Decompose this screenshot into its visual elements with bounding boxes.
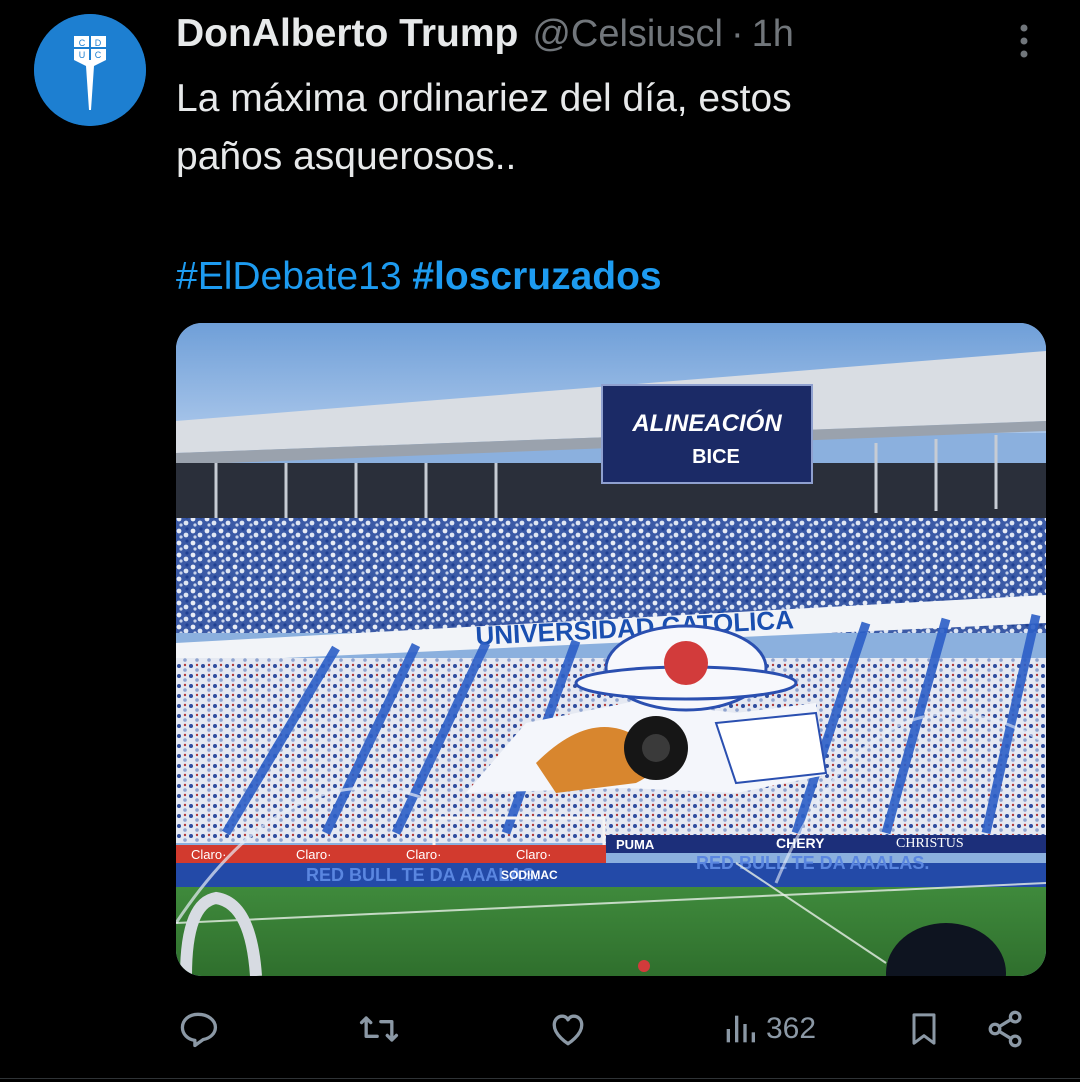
retweet-button[interactable] [356,1000,402,1058]
ad-christus: CHRISTUS [896,836,964,851]
hashtag-eldebate13[interactable]: #ElDebate13 [176,255,402,298]
ad-claro-4: Claro· [516,847,551,862]
bookmark-icon [912,1013,936,1045]
tweet-text-line-2: paños asquerosos.. [176,135,517,178]
display-name[interactable]: DonAlberto Trump [176,12,518,56]
ad-redbull-2: RED BULL TE DA AAALAS. [696,853,929,873]
hashtag-loscruzados[interactable]: #loscruzados [412,255,661,298]
like-button[interactable] [546,1000,590,1058]
ad-claro-1: Claro· [191,847,226,862]
views-count: 362 [766,1012,817,1045]
ad-puma: PUMA [616,837,655,852]
crest-letter-d: D [95,38,102,48]
club-crest-icon: C D U C [34,14,146,126]
scoreboard-sponsor: BICE [692,446,740,468]
stadium-photo: ALINEACIÓN BICE UNIVERSIDAD CATÓLICA Cla… [176,323,1046,976]
reply-button[interactable] [176,1000,220,1058]
ad-chery: CHERY [776,835,825,851]
bookmark-button[interactable] [904,1000,944,1058]
crest-letter-u: U [79,50,86,60]
reply-icon [180,1012,218,1048]
share-icon [988,1010,1022,1048]
ad-claro-2: Claro· [296,847,331,862]
share-button[interactable] [984,1000,1028,1058]
tweet-text-line-1: La máxima ordinariez del día, estos [176,77,792,120]
views-button[interactable]: 362 [722,1000,816,1058]
crest-letter-c1: C [79,38,86,48]
timestamp[interactable]: 1h [752,13,794,56]
action-bar: 362 [176,1000,1056,1058]
tweet-header: DonAlberto Trump @Celsiuscl · 1h [176,12,794,60]
user-handle[interactable]: @Celsiuscl [532,13,723,56]
tweet-media-image[interactable]: ALINEACIÓN BICE UNIVERSIDAD CATÓLICA Cla… [176,323,1046,976]
views-icon [726,1015,755,1043]
retweet-icon [359,1016,399,1042]
scoreboard-title: ALINEACIÓN [631,409,782,437]
tweet-text: La máxima ordinariez del día, estos paño… [176,70,996,186]
ad-claro-3: Claro· [406,847,441,862]
crest-letter-c2: C [95,50,102,60]
separator-dot: · [730,13,744,55]
avatar[interactable]: C D U C [34,14,146,126]
like-icon [552,1014,584,1046]
hashtags: #ElDebate13 #loscruzados [176,252,662,302]
divider [0,1078,1080,1079]
ad-sodimac: SODIMAC [501,868,558,882]
more-options-icon[interactable] [1006,16,1042,66]
